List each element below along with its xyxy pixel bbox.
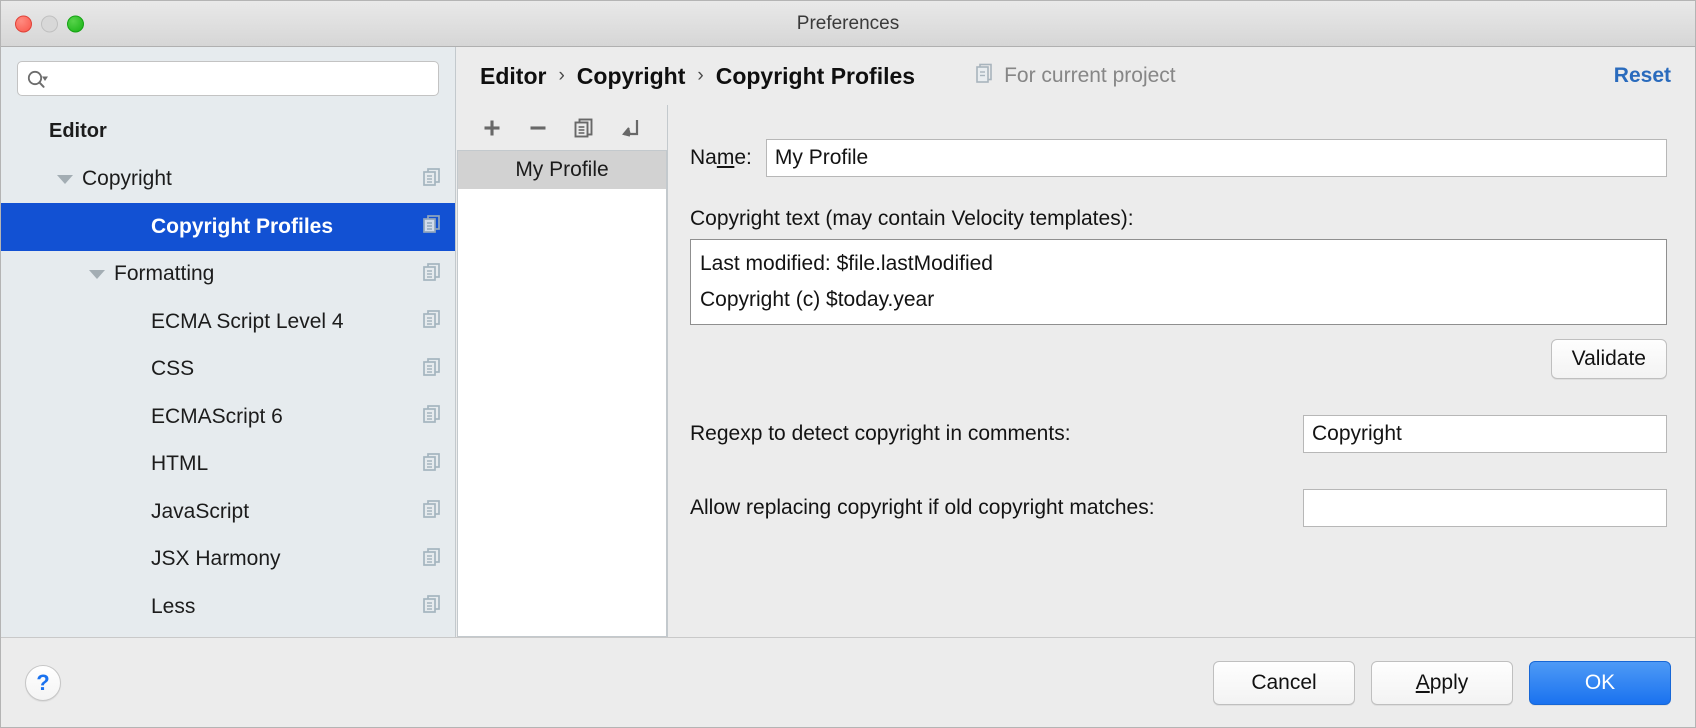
regexp-input[interactable] <box>1303 415 1667 453</box>
allow-replace-label: Allow replacing copyright if old copyrig… <box>690 496 1155 519</box>
sidebar-item-html[interactable]: HTML <box>1 441 455 489</box>
footer-actions: Cancel Apply OK <box>1213 660 1671 705</box>
import-profile-button[interactable] <box>609 110 651 146</box>
copy-settings-icon[interactable] <box>421 166 443 193</box>
copy-settings-icon[interactable] <box>421 593 443 620</box>
sidebar-item-label: HTML <box>151 452 209 476</box>
sidebar-item-copyright[interactable]: Copyright <box>1 156 455 204</box>
sidebar-item-editor[interactable]: Editor <box>1 108 455 156</box>
search-box[interactable] <box>17 61 439 96</box>
sidebar-item-formatting[interactable]: Formatting <box>1 251 455 299</box>
sidebar-item-label: JavaScript <box>151 499 250 523</box>
sidebar-item-label: Less <box>151 594 196 618</box>
sidebar-item-label: CSS <box>151 357 195 381</box>
breadcrumb-item-copyright[interactable]: Copyright <box>577 63 686 90</box>
regexp-row: Regexp to detect copyright in comments: <box>690 415 1667 453</box>
window-controls <box>15 15 84 32</box>
dialog-body: Editor Copyright Copyright Profiles Forma… <box>1 47 1695 637</box>
allow-replace-row: Allow replacing copyright if old copyrig… <box>690 489 1667 527</box>
cancel-button[interactable]: Cancel <box>1213 660 1355 705</box>
sidebar-item-label: Formatting <box>114 262 215 286</box>
window-title: Preferences <box>796 12 900 34</box>
add-profile-button[interactable] <box>471 110 513 146</box>
breadcrumb-separator: › <box>697 65 704 86</box>
profile-list[interactable]: My Profile <box>457 150 667 637</box>
title-bar: Preferences <box>1 1 1695 47</box>
sidebar-item-ecmascript-6[interactable]: ECMAScript 6 <box>1 393 455 441</box>
search-input[interactable] <box>53 70 430 87</box>
sidebar-item-copyright-profiles[interactable]: Copyright Profiles <box>1 203 455 251</box>
copy-settings-icon[interactable] <box>421 498 443 525</box>
scope-indicator: For current project <box>975 62 1176 90</box>
sidebar-item-label: Copyright <box>82 167 172 191</box>
copy-settings-icon[interactable] <box>421 308 443 335</box>
breadcrumb-item-editor[interactable]: Editor <box>480 63 546 90</box>
breadcrumb: Editor › Copyright › Copyright Profiles <box>480 63 915 90</box>
ok-button[interactable]: OK <box>1529 660 1671 705</box>
sidebar-item-less[interactable]: Less <box>1 583 455 631</box>
regexp-label: Regexp to detect copyright in comments: <box>690 422 1071 445</box>
zoom-window-button[interactable] <box>67 15 84 32</box>
sidebar-item-jsx-harmony[interactable]: JSX Harmony <box>1 536 455 584</box>
copy-settings-icon[interactable] <box>421 451 443 478</box>
breadcrumb-item-copyright-profiles: Copyright Profiles <box>715 62 916 89</box>
breadcrumb-bar: Editor › Copyright › Copyright Profiles <box>456 47 1695 105</box>
copy-settings-icon[interactable] <box>421 261 443 288</box>
copyright-text-label: Copyright text (may contain Velocity tem… <box>690 207 1134 230</box>
profile-list-item[interactable]: My Profile <box>458 151 666 189</box>
preferences-window: Preferences Editor Copyright Copyright P… <box>0 0 1696 728</box>
copy-settings-icon[interactable] <box>421 403 443 430</box>
close-window-button[interactable] <box>15 15 32 32</box>
validate-button[interactable]: Validate <box>1550 339 1667 379</box>
name-label: Name: <box>690 146 752 169</box>
minimize-window-button[interactable] <box>41 15 58 32</box>
profile-form: Name: Copyright text (may contain Veloci… <box>667 105 1695 637</box>
profile-name-input[interactable] <box>765 139 1667 177</box>
sidebar-item-label: JSX Harmony <box>151 547 281 571</box>
allow-replace-input[interactable] <box>1303 489 1667 527</box>
expand-arrow-icon[interactable] <box>89 269 105 279</box>
copyright-text-area[interactable] <box>690 239 1667 325</box>
sidebar-item-ecma-script-level-4[interactable]: ECMA Script Level 4 <box>1 298 455 346</box>
reset-link[interactable]: Reset <box>1614 64 1671 88</box>
copy-settings-icon[interactable] <box>421 546 443 573</box>
scope-label: For current project <box>1004 64 1176 87</box>
sidebar-item-label: Copyright Profiles <box>151 214 334 238</box>
help-button[interactable]: ? <box>25 664 61 701</box>
settings-tree: Editor Copyright Copyright Profiles Forma… <box>1 108 455 637</box>
profile-column: My Profile <box>457 105 667 637</box>
search-icon <box>26 69 48 89</box>
copy-settings-icon[interactable] <box>421 213 443 240</box>
project-scope-icon <box>975 62 995 90</box>
sidebar-item-javascript[interactable]: JavaScript <box>1 488 455 536</box>
remove-profile-button[interactable] <box>517 110 559 146</box>
profile-toolbar <box>457 105 667 150</box>
sidebar-item-label: Editor <box>49 120 107 143</box>
validate-row: Validate <box>690 339 1667 379</box>
apply-button[interactable]: Apply <box>1371 660 1513 705</box>
settings-sidebar: Editor Copyright Copyright Profiles Forma… <box>1 47 456 637</box>
search-container <box>1 61 455 108</box>
expand-arrow-icon[interactable] <box>57 174 73 184</box>
panes: My Profile Name: Copyright text (may con… <box>456 105 1695 637</box>
sidebar-item-label: ECMAScript 6 <box>151 404 283 428</box>
dialog-footer: ? Cancel Apply OK <box>1 637 1695 727</box>
sidebar-item-css[interactable]: CSS <box>1 346 455 394</box>
breadcrumb-separator: › <box>558 65 565 86</box>
copy-profile-button[interactable] <box>563 110 605 146</box>
name-row: Name: <box>690 139 1667 177</box>
settings-detail-panel: Editor › Copyright › Copyright Profiles <box>456 47 1695 637</box>
copy-settings-icon[interactable] <box>421 356 443 383</box>
sidebar-item-label: ECMA Script Level 4 <box>151 309 344 333</box>
